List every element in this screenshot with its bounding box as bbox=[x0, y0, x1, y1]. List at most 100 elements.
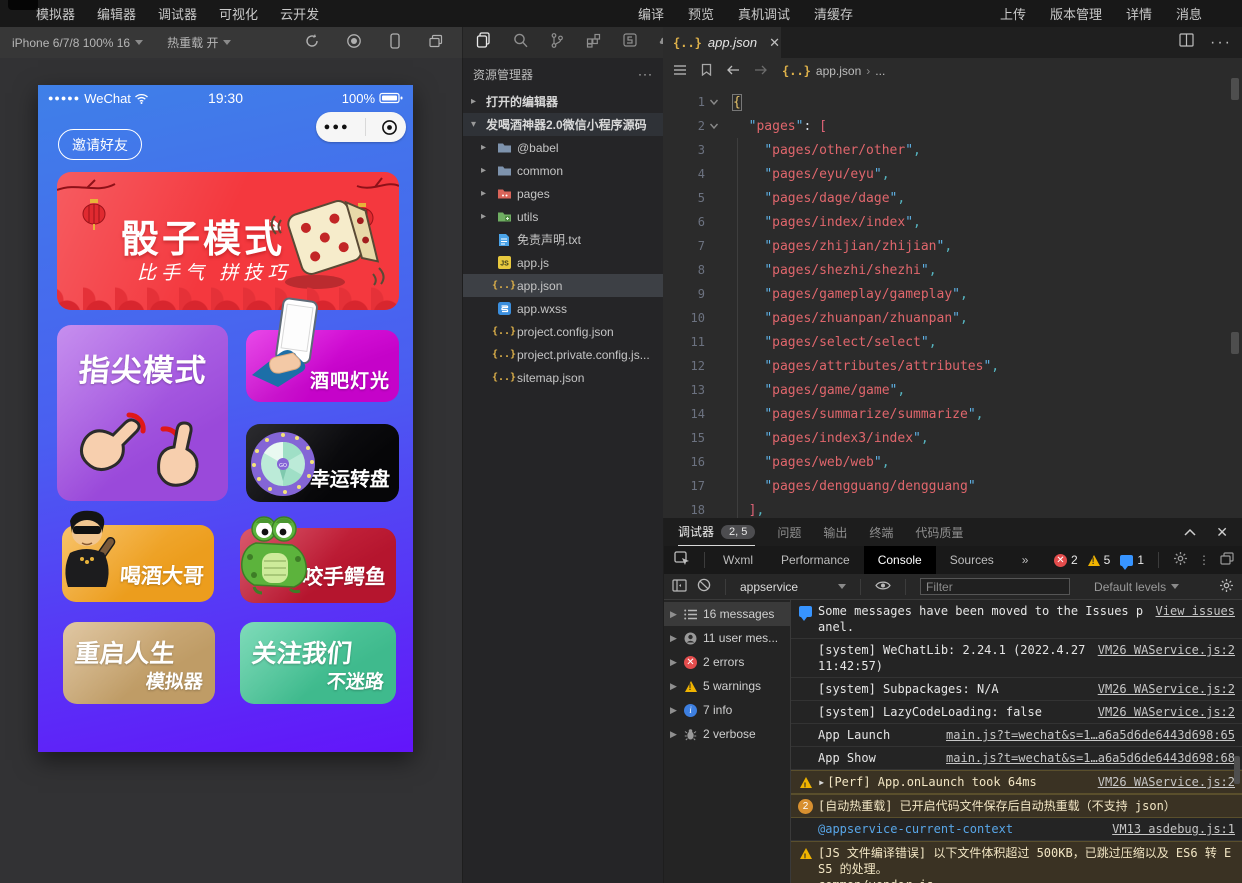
menu-item-版本管理[interactable]: 版本管理 bbox=[1050, 4, 1102, 23]
file-row-project.config.json[interactable]: {..}project.config.json bbox=[463, 320, 663, 343]
eye-icon[interactable] bbox=[875, 580, 891, 594]
file-row-app.json[interactable]: {..}app.json bbox=[463, 274, 663, 297]
message-count[interactable]: 1 bbox=[1120, 553, 1144, 567]
message-source-link[interactable]: VM26 WAService.js:2 bbox=[1098, 681, 1235, 697]
devtools-tab-console[interactable]: Console bbox=[864, 546, 936, 574]
menu-item-可视化[interactable]: 可视化 bbox=[219, 4, 258, 23]
tile-drinking-bro[interactable]: 喝酒大哥 bbox=[62, 525, 214, 602]
console-filter-list[interactable]: ▶16 messages bbox=[664, 602, 790, 626]
fold-icon[interactable] bbox=[705, 95, 723, 109]
console-filter-verbose[interactable]: ▶2 verbose bbox=[664, 722, 790, 746]
more-tabs-icon[interactable]: » bbox=[1008, 546, 1043, 574]
source-control-icon[interactable] bbox=[549, 32, 565, 54]
storage-icon[interactable] bbox=[622, 32, 638, 53]
extensions-icon[interactable] bbox=[585, 32, 602, 54]
menu-item-上传[interactable]: 上传 bbox=[1000, 4, 1026, 23]
back-icon[interactable] bbox=[726, 64, 740, 79]
filter-input[interactable] bbox=[920, 578, 1070, 595]
console-filter-info[interactable]: ▶i7 info bbox=[664, 698, 790, 722]
clear-console-icon[interactable] bbox=[697, 578, 711, 595]
context-selector[interactable]: appservice bbox=[740, 580, 846, 594]
miniprogram-capsule[interactable]: ●●● bbox=[316, 112, 406, 142]
file-row-@babel[interactable]: ▸@babel bbox=[463, 136, 663, 159]
file-row-pages[interactable]: ▸pages bbox=[463, 182, 663, 205]
devtools-settings-icon[interactable] bbox=[1173, 551, 1188, 569]
tile-lucky-wheel[interactable]: 幸运转盘 bbox=[246, 424, 399, 502]
refresh-icon[interactable] bbox=[304, 33, 320, 52]
file-row-sitemap.json[interactable]: {..}sitemap.json bbox=[463, 366, 663, 389]
file-row-project.private.config.js...[interactable]: {..}project.private.config.js... bbox=[463, 343, 663, 366]
console-filter-warning[interactable]: ▶5 warnings bbox=[664, 674, 790, 698]
menu-item-编译[interactable]: 编译 bbox=[638, 4, 664, 23]
file-row-----.txt[interactable]: 免责声明.txt bbox=[463, 228, 663, 251]
devtools-tab-wxml[interactable]: Wxml bbox=[709, 546, 767, 574]
tile-fingertip-mode[interactable]: 指尖模式 bbox=[57, 325, 228, 501]
menu-item-消息[interactable]: 消息 bbox=[1176, 4, 1202, 23]
banner-dice-mode[interactable]: 骰子模式 比手气 拼技巧 bbox=[57, 172, 399, 310]
phone-view-icon[interactable] bbox=[388, 33, 402, 52]
tile-bar-lights[interactable]: 酒吧灯光 bbox=[246, 330, 399, 402]
menu-item-详情[interactable]: 详情 bbox=[1126, 4, 1152, 23]
error-count[interactable]: ✕2 bbox=[1054, 553, 1078, 567]
devtools-menu-icon[interactable]: ⋮ bbox=[1198, 553, 1210, 567]
split-editor-icon[interactable] bbox=[1179, 33, 1194, 52]
message-source-link[interactable]: VM13 asdebug.js:1 bbox=[1112, 821, 1235, 837]
forward-icon[interactable] bbox=[754, 64, 768, 79]
tab-debugger[interactable]: 调试器 2, 5 bbox=[678, 518, 755, 546]
menu-item-编辑器[interactable]: 编辑器 bbox=[97, 4, 136, 23]
message-source-link[interactable]: main.js?t=wechat&s=1…a6a5d6de6443d698:65 bbox=[946, 727, 1235, 743]
menu-item-模拟器[interactable]: 模拟器 bbox=[36, 4, 75, 23]
menu-item-预览[interactable]: 预览 bbox=[688, 4, 714, 23]
bookmark-icon[interactable] bbox=[701, 63, 712, 79]
files-icon[interactable] bbox=[475, 31, 492, 54]
close-panel-icon[interactable]: ✕ bbox=[1216, 524, 1228, 541]
tab-app-json[interactable]: {..} app.json ✕ bbox=[663, 27, 781, 58]
message-source-link[interactable]: VM26 WAService.js:2 bbox=[1098, 774, 1235, 790]
tile-restart-life[interactable]: 重启人生 模拟器 bbox=[63, 622, 215, 704]
file-row-app.js[interactable]: JSapp.js bbox=[463, 251, 663, 274]
undock-icon[interactable] bbox=[1220, 552, 1234, 568]
message-source-link[interactable]: View issues bbox=[1156, 603, 1235, 619]
capsule-more-icon[interactable]: ●●● bbox=[324, 121, 350, 133]
collapse-panel-icon[interactable] bbox=[1184, 525, 1196, 539]
message-source-link[interactable]: VM26 WAService.js:2 bbox=[1098, 704, 1235, 720]
editor-scrollbar-thumb[interactable] bbox=[1231, 78, 1239, 100]
tab-problems[interactable]: 问题 bbox=[777, 524, 801, 541]
breadcrumb-more[interactable]: ... bbox=[875, 64, 885, 78]
menu-item-云开发[interactable]: 云开发 bbox=[280, 4, 319, 23]
capsule-exit-icon[interactable] bbox=[381, 119, 398, 136]
hot-reload-toggle[interactable]: 热重载 开 bbox=[155, 27, 243, 58]
devtools-tab-sources[interactable]: Sources bbox=[936, 546, 1008, 574]
message-source-link[interactable]: VM26 WAService.js:2 bbox=[1098, 642, 1235, 658]
open-editors-section[interactable]: ▸ 打开的编辑器 bbox=[463, 90, 663, 113]
close-icon[interactable]: ✕ bbox=[769, 35, 780, 51]
fold-icon[interactable] bbox=[705, 119, 723, 133]
devtools-tab-performance[interactable]: Performance bbox=[767, 546, 864, 574]
console-settings-icon[interactable] bbox=[1219, 578, 1234, 596]
inspect-element-icon[interactable] bbox=[664, 551, 700, 569]
project-root[interactable]: ▾ 发喝酒神器2.0微信小程序源码 bbox=[463, 113, 663, 136]
search-icon[interactable] bbox=[512, 32, 529, 54]
file-row-utils[interactable]: ▸utils bbox=[463, 205, 663, 228]
explorer-more-icon[interactable]: ··· bbox=[638, 67, 653, 81]
message-source-link[interactable]: main.js?t=wechat&s=1…a6a5d6de6443d698:68 bbox=[946, 750, 1235, 766]
multi-window-icon[interactable] bbox=[428, 33, 444, 52]
tab-output[interactable]: 输出 bbox=[823, 524, 847, 541]
tab-terminal[interactable]: 终端 bbox=[869, 524, 893, 541]
tile-follow-us[interactable]: 关注我们 不迷路 bbox=[240, 622, 396, 704]
menu-item-真机调试[interactable]: 真机调试 bbox=[738, 4, 790, 23]
more-actions-icon[interactable]: ··· bbox=[1210, 34, 1232, 52]
tile-biting-crocodile[interactable]: 咬手鳄鱼 bbox=[240, 528, 396, 603]
code-area[interactable]: 1{2 "pages": [3 "pages/other/other",4 "p… bbox=[663, 86, 1223, 516]
console-scrollbar-thumb[interactable] bbox=[1234, 756, 1240, 784]
console-filter-error[interactable]: ▶✕2 errors bbox=[664, 650, 790, 674]
warning-count[interactable]: 5 bbox=[1088, 553, 1111, 567]
device-selector[interactable]: iPhone 6/7/8 100% 16 bbox=[0, 27, 155, 58]
breadcrumb-file[interactable]: app.json bbox=[816, 64, 861, 78]
console-filter-user[interactable]: ▶11 user mes... bbox=[664, 626, 790, 650]
file-row-app.wxss[interactable]: app.wxss bbox=[463, 297, 663, 320]
file-row-common[interactable]: ▸common bbox=[463, 159, 663, 182]
menu-item-调试器[interactable]: 调试器 bbox=[158, 4, 197, 23]
invite-friends-button[interactable]: 邀请好友 bbox=[58, 129, 142, 160]
tab-code-quality[interactable]: 代码质量 bbox=[915, 524, 963, 541]
